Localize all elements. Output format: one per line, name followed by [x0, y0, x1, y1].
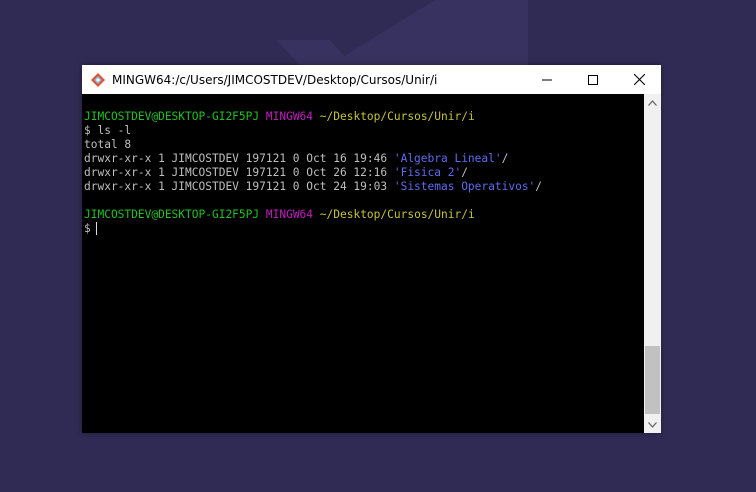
entry-suffix: / [501, 152, 509, 165]
total-line: total 8 [84, 138, 132, 151]
entry-suffix: / [461, 166, 468, 179]
entry-meta: drwxr-xr-x 1 JIMCOSTDEV 197121 0 Oct 24 … [84, 180, 394, 193]
terminal-window: MINGW64:/c/Users/JIMCOSTDEV/Desktop/Curs… [82, 65, 661, 433]
terminal-output[interactable]: JIMCOSTDEV@DESKTOP-GI2F5PJ MINGW64 ~/Des… [82, 94, 644, 433]
prompt-line: JIMCOSTDEV@DESKTOP-GI2F5PJ MINGW64 ~/Des… [84, 208, 475, 222]
minimize-icon [542, 79, 552, 80]
prompt-user-host: JIMCOSTDEV@DESKTOP-GI2F5PJ [84, 110, 260, 123]
prompt-env: MINGW64 [265, 110, 314, 123]
entry-suffix: / [535, 180, 543, 193]
entry-name: 'Sistemas Operativos' [393, 180, 536, 193]
prompt-env: MINGW64 [265, 208, 314, 221]
git-bash-diamond-icon [91, 72, 105, 87]
chevron-up-icon [648, 99, 657, 106]
scroll-down-button[interactable] [644, 416, 661, 433]
maximize-button[interactable] [570, 65, 616, 94]
directory-entry: drwxr-xr-x 1 JIMCOSTDEV 197121 0 Oct 26 … [84, 166, 468, 180]
command-line: $ ls -l [84, 124, 132, 137]
prompt-user-host: JIMCOSTDEV@DESKTOP-GI2F5PJ [84, 208, 260, 221]
title-bar[interactable]: MINGW64:/c/Users/JIMCOSTDEV/Desktop/Curs… [82, 65, 661, 94]
directory-entry: drwxr-xr-x 1 JIMCOSTDEV 197121 0 Oct 24 … [84, 180, 542, 194]
entry-meta: drwxr-xr-x 1 JIMCOSTDEV 197121 0 Oct 16 … [84, 152, 394, 165]
maximize-icon [588, 74, 598, 85]
prompt-path: ~/Desktop/Cursos/Unir/i [319, 208, 475, 221]
scrollbar-thumb[interactable] [645, 346, 660, 414]
minimize-button[interactable] [524, 65, 570, 94]
close-button[interactable] [616, 65, 662, 94]
entry-name: 'Fisica 2' [393, 166, 462, 179]
scroll-up-button[interactable] [644, 94, 661, 111]
entry-meta: drwxr-xr-x 1 JIMCOSTDEV 197121 0 Oct 26 … [84, 166, 394, 179]
prompt-path: ~/Desktop/Cursos/Unir/i [319, 110, 475, 123]
text-cursor [96, 222, 97, 235]
entry-name: 'Algebra Lineal' [393, 152, 502, 165]
directory-entry: drwxr-xr-x 1 JIMCOSTDEV 197121 0 Oct 16 … [84, 152, 508, 166]
close-icon [633, 74, 645, 85]
prompt-line: JIMCOSTDEV@DESKTOP-GI2F5PJ MINGW64 ~/Des… [84, 110, 475, 124]
vertical-scrollbar[interactable] [644, 94, 661, 433]
window-title: MINGW64:/c/Users/JIMCOSTDEV/Desktop/Curs… [112, 72, 438, 87]
chevron-down-icon [648, 421, 657, 428]
